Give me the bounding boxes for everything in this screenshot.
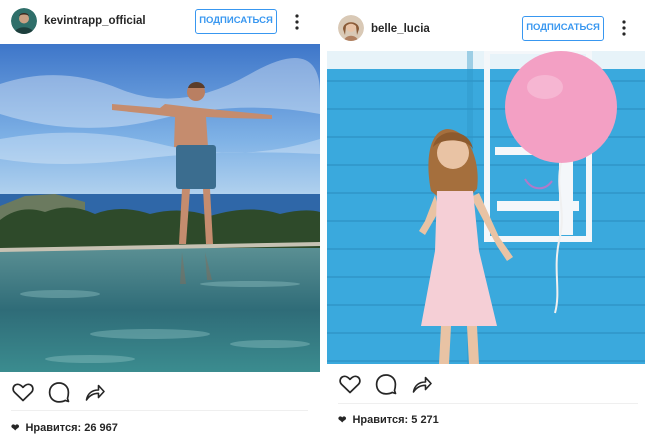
follow-button[interactable]: ПОДПИСАТЬСЯ [195,9,277,34]
heart-outline-icon[interactable] [11,380,35,404]
likes-count[interactable]: ❤ Нравится: 5 271 [338,414,439,426]
filled-heart-icon: ❤ [11,423,20,434]
instagram-post: kevintrapp_official ПОДПИСАТЬСЯ ❤ Нравит… [0,0,320,441]
likes-value: 5 271 [411,414,439,426]
heart-outline-icon[interactable] [338,372,362,396]
username[interactable]: kevintrapp_official [44,15,146,27]
avatar[interactable] [338,15,364,41]
action-bar [327,370,650,400]
likes-label: Нравится: [25,422,82,434]
post-photo[interactable] [327,51,645,364]
post-header: belle_lucia ПОДПИСАТЬСЯ [327,8,650,48]
divider [338,403,638,404]
action-bar [0,378,320,408]
share-arrow-icon[interactable] [410,372,434,396]
likes-label: Нравится: [352,414,409,426]
username[interactable]: belle_lucia [371,23,430,35]
share-arrow-icon[interactable] [83,380,107,404]
likes-value: 26 967 [84,422,118,434]
instagram-post: belle_lucia ПОДПИСАТЬСЯ ❤ Нравится: 5 27… [327,0,650,441]
avatar[interactable] [11,8,37,34]
more-options-icon[interactable] [617,18,631,38]
post-header: kevintrapp_official ПОДПИСАТЬСЯ [0,0,320,44]
divider [11,410,308,411]
filled-heart-icon: ❤ [338,415,347,426]
more-options-icon[interactable] [290,12,304,32]
likes-count[interactable]: ❤ Нравится: 26 967 [11,422,118,434]
speech-bubble-icon[interactable] [47,380,71,404]
follow-button[interactable]: ПОДПИСАТЬСЯ [522,16,604,41]
post-photo[interactable] [0,44,320,372]
speech-bubble-icon[interactable] [374,372,398,396]
